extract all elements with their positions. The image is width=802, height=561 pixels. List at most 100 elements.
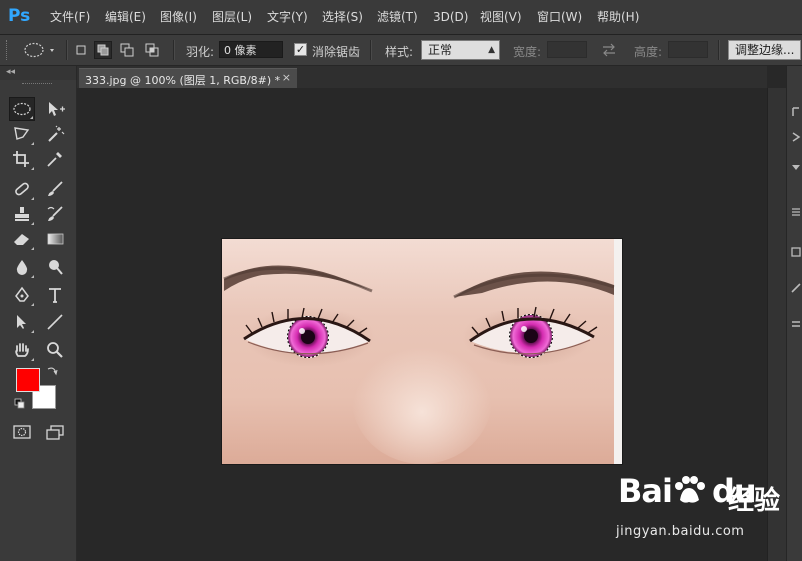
line-tool[interactable] [42,310,68,334]
menu-view[interactable]: 视图(V) [480,9,522,25]
tool-flyout-indicator [30,116,33,119]
menu-edit[interactable]: 编辑(E) [105,9,146,25]
options-separator [370,40,372,60]
menu-file[interactable]: 文件(F) [50,9,90,25]
menu-type[interactable]: 文字(Y) [267,9,308,25]
default-colors-icon[interactable] [14,398,26,410]
eyes-photo [222,239,622,464]
collapse-panel-icon[interactable]: ◂◂ [6,67,15,77]
style-label: 样式: [385,45,414,59]
history-brush-tool[interactable] [42,202,68,226]
clone-stamp-tool[interactable] [9,202,35,226]
tool-preset-picker[interactable] [22,41,62,59]
height-input[interactable] [668,41,708,58]
polygonal-lasso-icon [14,127,30,140]
magic-wand-tool[interactable] [42,122,68,146]
drop-icon [16,260,28,275]
brush-icon [48,181,63,196]
dodge-icon [49,260,63,275]
document-tab[interactable]: 333.jpg @ 100% (图层 1, RGB/8#) * × [79,68,297,88]
panel-icon[interactable] [790,282,802,294]
dodge-tool[interactable] [42,255,68,279]
options-bar: 羽化: 0 像素 ✓ 消除锯齿 样式: 正常 ▲ 宽度: 高度: 调整边缘... [0,35,802,66]
swap-colors-icon[interactable] [46,365,58,377]
options-grip [6,40,10,60]
watermark-url: jingyan.baidu.com [616,524,745,539]
style-select[interactable]: 正常 ▲ [421,40,500,60]
zoom-icon [47,342,63,358]
elliptical-marquee-tool[interactable] [9,97,35,121]
eyedropper-tool[interactable] [42,147,68,171]
swap-width-height-icon[interactable] [601,43,617,57]
bandage-icon [15,182,29,196]
magic-wand-icon [48,125,65,142]
add-to-selection-button[interactable] [94,41,112,59]
quick-mask-button[interactable] [9,420,35,444]
menu-select[interactable]: 选择(S) [322,9,363,25]
tools-panel-header[interactable]: ◂◂ [0,66,76,80]
baidu-jingyan-watermark: Bai du 经验 jingyan.baidu.com [610,472,795,548]
panel-icon[interactable] [790,318,802,330]
pen-tool[interactable] [9,283,35,307]
options-separator [66,40,68,60]
width-label: 宽度: [513,45,542,59]
tools-grip [22,83,52,86]
eyedropper-icon [47,152,62,167]
subtract-selection-icon [120,43,134,57]
type-tool[interactable] [42,283,68,307]
intersect-selection-button[interactable] [143,41,161,59]
tool-flyout-indicator [31,275,34,278]
foreground-color-swatch[interactable] [16,368,40,392]
menu-layer[interactable]: 图层(L) [212,9,252,25]
tool-flyout-indicator [31,197,34,200]
eraser-tool[interactable] [9,227,35,251]
add-selection-icon [97,44,109,56]
menu-image[interactable]: 图像(I) [160,9,197,25]
menu-window[interactable]: 窗口(W) [537,9,582,25]
panel-icon[interactable] [790,131,802,143]
menu-filter[interactable]: 滤镜(T) [377,9,418,25]
panel-icon[interactable] [790,161,802,173]
history-brush-icon [47,206,63,221]
gradient-tool[interactable] [42,227,68,251]
move-tool[interactable] [42,97,68,121]
hand-tool[interactable] [9,338,35,362]
path-selection-icon [17,315,26,329]
document-image[interactable] [222,239,622,464]
feather-input[interactable]: 0 像素 [219,41,283,58]
stamp-icon [15,207,29,221]
screen-mode-button[interactable] [42,420,68,444]
close-icon[interactable]: × [282,71,291,84]
menu-help[interactable]: 帮助(H) [597,9,639,25]
crop-tool[interactable] [9,147,35,171]
updown-arrow-icon: ▲ [488,45,495,55]
eraser-icon [14,234,29,245]
gradient-icon [47,233,64,245]
path-selection-tool[interactable] [9,310,35,334]
tool-flyout-indicator [31,222,34,225]
tool-flyout-indicator [31,303,34,306]
new-selection-button[interactable] [72,41,90,59]
panel-icon[interactable] [790,206,802,218]
panel-icon[interactable] [790,246,802,258]
antialias-checkbox[interactable]: ✓ [294,43,307,56]
baidu-logo-text: Bai [618,472,673,510]
blur-tool[interactable] [9,255,35,279]
tool-flyout-indicator [31,167,34,170]
refine-edge-button[interactable]: 调整边缘... [728,40,802,60]
polygonal-lasso-tool[interactable] [9,122,35,146]
width-input[interactable] [547,41,587,58]
menu-3d[interactable]: 3D(D) [433,9,468,25]
style-select-value: 正常 [428,43,453,57]
crop-icon [13,151,29,167]
panel-icon[interactable] [790,106,802,118]
document-tab-title: 333.jpg @ 100% (图层 1, RGB/8#) * [85,74,281,87]
tool-flyout-indicator [31,330,34,333]
brush-tool[interactable] [42,177,68,201]
tools-panel [0,80,77,561]
hand-icon [15,343,29,357]
zoom-tool[interactable] [42,338,68,362]
line-icon [47,314,63,330]
spot-healing-brush-tool[interactable] [9,177,35,201]
subtract-selection-button[interactable] [118,41,136,59]
